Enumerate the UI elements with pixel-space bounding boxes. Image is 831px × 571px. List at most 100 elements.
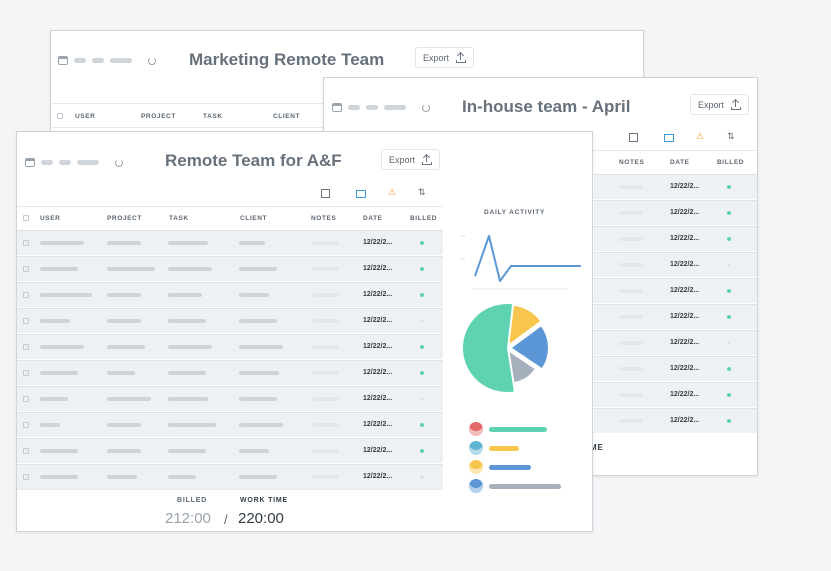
- table-row[interactable]: 12/22/2...: [594, 226, 757, 251]
- date-range-selector[interactable]: [332, 103, 430, 112]
- refresh-icon[interactable]: [148, 56, 156, 65]
- date-range-selector[interactable]: [25, 158, 123, 167]
- row-checkbox[interactable]: [23, 474, 29, 480]
- column-date[interactable]: DATE: [363, 215, 383, 222]
- user-placeholder: [40, 345, 84, 349]
- task-placeholder: [168, 475, 196, 479]
- column-project[interactable]: PROJECT: [107, 215, 142, 222]
- legend-bar: [489, 446, 519, 451]
- export-button[interactable]: Export: [415, 47, 475, 68]
- export-upload-icon: [456, 52, 467, 63]
- user-placeholder: [40, 319, 70, 323]
- client-placeholder: [239, 293, 269, 297]
- table-row[interactable]: 12/22/2...: [17, 282, 443, 307]
- table-row[interactable]: 12/22/2...: [17, 334, 443, 359]
- date-cell: 12/22/2...: [670, 391, 700, 398]
- date-cell: 12/22/2...: [670, 365, 700, 372]
- date-cell: 12/22/2...: [363, 447, 393, 454]
- column-date[interactable]: DATE: [670, 159, 690, 166]
- notes-placeholder: [619, 211, 643, 215]
- date-cell: 12/22/2...: [670, 183, 700, 190]
- table-row[interactable]: 12/22/2...: [594, 382, 757, 407]
- export-label: Export: [698, 99, 725, 110]
- table-row[interactable]: 12/22/2...: [17, 438, 443, 463]
- table-row[interactable]: 12/22/2...: [594, 408, 757, 433]
- column-task[interactable]: TASK: [169, 215, 189, 222]
- table-row[interactable]: 12/22/2...: [17, 360, 443, 385]
- column-client[interactable]: CLIENT: [273, 113, 300, 120]
- column-billed[interactable]: BILLED: [717, 159, 744, 166]
- notes-list-icon[interactable]: [629, 133, 638, 142]
- refresh-icon[interactable]: [115, 158, 123, 167]
- work-time-value: 220:00: [238, 510, 284, 527]
- select-all-checkbox[interactable]: [23, 215, 29, 221]
- date-cell: 12/22/2...: [363, 239, 393, 246]
- billed-indicator: [727, 211, 731, 215]
- column-notes[interactable]: NOTES: [619, 159, 644, 166]
- row-checkbox[interactable]: [23, 344, 29, 350]
- billed-indicator: [727, 185, 731, 189]
- client-placeholder: [239, 423, 283, 427]
- table-row[interactable]: 12/22/2...: [594, 330, 757, 355]
- project-placeholder: [107, 319, 141, 323]
- column-task[interactable]: TASK: [203, 113, 223, 120]
- column-user[interactable]: USER: [40, 215, 60, 222]
- client-placeholder: [239, 449, 269, 453]
- column-client[interactable]: CLIENT: [240, 215, 267, 222]
- export-upload-icon: [731, 99, 742, 110]
- table-row[interactable]: 12/22/2...: [17, 308, 443, 333]
- billed-indicator: [420, 371, 424, 375]
- sort-icon[interactable]: ⇅: [727, 131, 735, 142]
- date-range-selector[interactable]: [58, 56, 156, 65]
- sort-icon[interactable]: ⇅: [418, 187, 426, 198]
- table-row[interactable]: 12/22/2...: [594, 356, 757, 381]
- row-checkbox[interactable]: [23, 396, 29, 402]
- date-cell: 12/22/2...: [670, 339, 700, 346]
- row-checkbox[interactable]: [23, 240, 29, 246]
- calendar-icon: [25, 158, 35, 167]
- notes-placeholder: [619, 367, 643, 371]
- warning-icon[interactable]: ⚠: [388, 187, 396, 198]
- notes-placeholder: [311, 397, 339, 401]
- table-row[interactable]: 12/22/2...: [17, 256, 443, 281]
- row-checkbox[interactable]: [23, 292, 29, 298]
- refresh-icon[interactable]: [422, 103, 430, 112]
- table-row[interactable]: 12/22/2...: [594, 174, 757, 199]
- column-notes[interactable]: NOTES: [311, 215, 336, 222]
- project-placeholder: [107, 423, 141, 427]
- column-user[interactable]: USER: [75, 113, 95, 120]
- table-row[interactable]: 12/22/2...: [17, 230, 443, 255]
- billed-indicator: [727, 341, 731, 345]
- billed-indicator: [420, 449, 424, 453]
- select-all-checkbox[interactable]: [57, 113, 63, 119]
- columns-icon[interactable]: [664, 134, 674, 142]
- table-row[interactable]: 12/22/2...: [594, 252, 757, 277]
- billed-indicator: [727, 237, 731, 241]
- notes-placeholder: [311, 267, 339, 271]
- column-project[interactable]: PROJECT: [141, 113, 176, 120]
- notes-placeholder: [311, 319, 339, 323]
- legend-bar: [489, 465, 531, 470]
- table-row[interactable]: 12/22/2...: [594, 278, 757, 303]
- export-button[interactable]: Export: [690, 94, 750, 115]
- row-checkbox[interactable]: [23, 422, 29, 428]
- row-checkbox[interactable]: [23, 448, 29, 454]
- columns-icon[interactable]: [356, 190, 366, 198]
- table-row[interactable]: 12/22/2...: [17, 386, 443, 411]
- table-row[interactable]: 12/22/2...: [17, 412, 443, 437]
- row-checkbox[interactable]: [23, 318, 29, 324]
- date-cell: 12/22/2...: [363, 369, 393, 376]
- notes-placeholder: [619, 263, 643, 267]
- row-checkbox[interactable]: [23, 370, 29, 376]
- billed-indicator: [727, 419, 731, 423]
- column-billed[interactable]: BILLED: [410, 215, 437, 222]
- date-cell: 12/22/2...: [670, 209, 700, 216]
- notes-list-icon[interactable]: [321, 189, 330, 198]
- project-placeholder: [107, 267, 155, 271]
- row-checkbox[interactable]: [23, 266, 29, 272]
- warning-icon[interactable]: ⚠: [696, 131, 704, 142]
- table-row[interactable]: 12/22/2...: [17, 464, 443, 489]
- table-row[interactable]: 12/22/2...: [594, 200, 757, 225]
- export-button[interactable]: Export: [381, 149, 441, 170]
- table-row[interactable]: 12/22/2...: [594, 304, 757, 329]
